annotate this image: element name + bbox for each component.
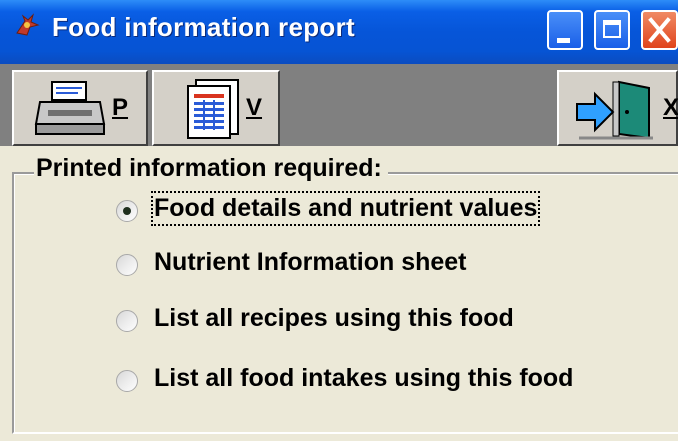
print-button[interactable]: P (12, 70, 148, 146)
printer-icon (34, 81, 106, 135)
view-shortcut-key: V (246, 94, 263, 121)
maximize-icon (603, 20, 621, 38)
close-icon (648, 17, 671, 43)
option-label[interactable]: Nutrient Information sheet (154, 248, 467, 277)
option-label[interactable]: List all recipes using this food (154, 304, 514, 333)
app-icon (16, 13, 40, 36)
exit-shortcut-key: X (663, 94, 678, 121)
radio-button[interactable] (116, 370, 138, 392)
minimize-button[interactable] (547, 10, 583, 50)
print-shortcut-key: P (112, 94, 129, 121)
exit-door-icon (576, 80, 653, 140)
close-button[interactable] (641, 10, 678, 50)
document-view-icon (187, 79, 239, 139)
radio-button[interactable] (116, 200, 138, 222)
food-information-report-window: Food information report P V X Printed in… (0, 0, 678, 441)
radio-button[interactable] (116, 254, 138, 276)
view-button[interactable]: V (152, 70, 280, 146)
maximize-button[interactable] (594, 10, 630, 50)
option-label[interactable]: Food details and nutrient values (150, 191, 541, 226)
minimize-icon (557, 38, 570, 43)
option-label[interactable]: List all food intakes using this food (154, 364, 573, 393)
title-bar[interactable]: Food information report (0, 0, 678, 64)
exit-button[interactable]: X (557, 70, 678, 146)
radio-button[interactable] (116, 310, 138, 332)
group-legend: Printed information required: (34, 154, 388, 183)
radio-selected-dot (123, 207, 131, 215)
window-title: Food information report (52, 12, 355, 42)
